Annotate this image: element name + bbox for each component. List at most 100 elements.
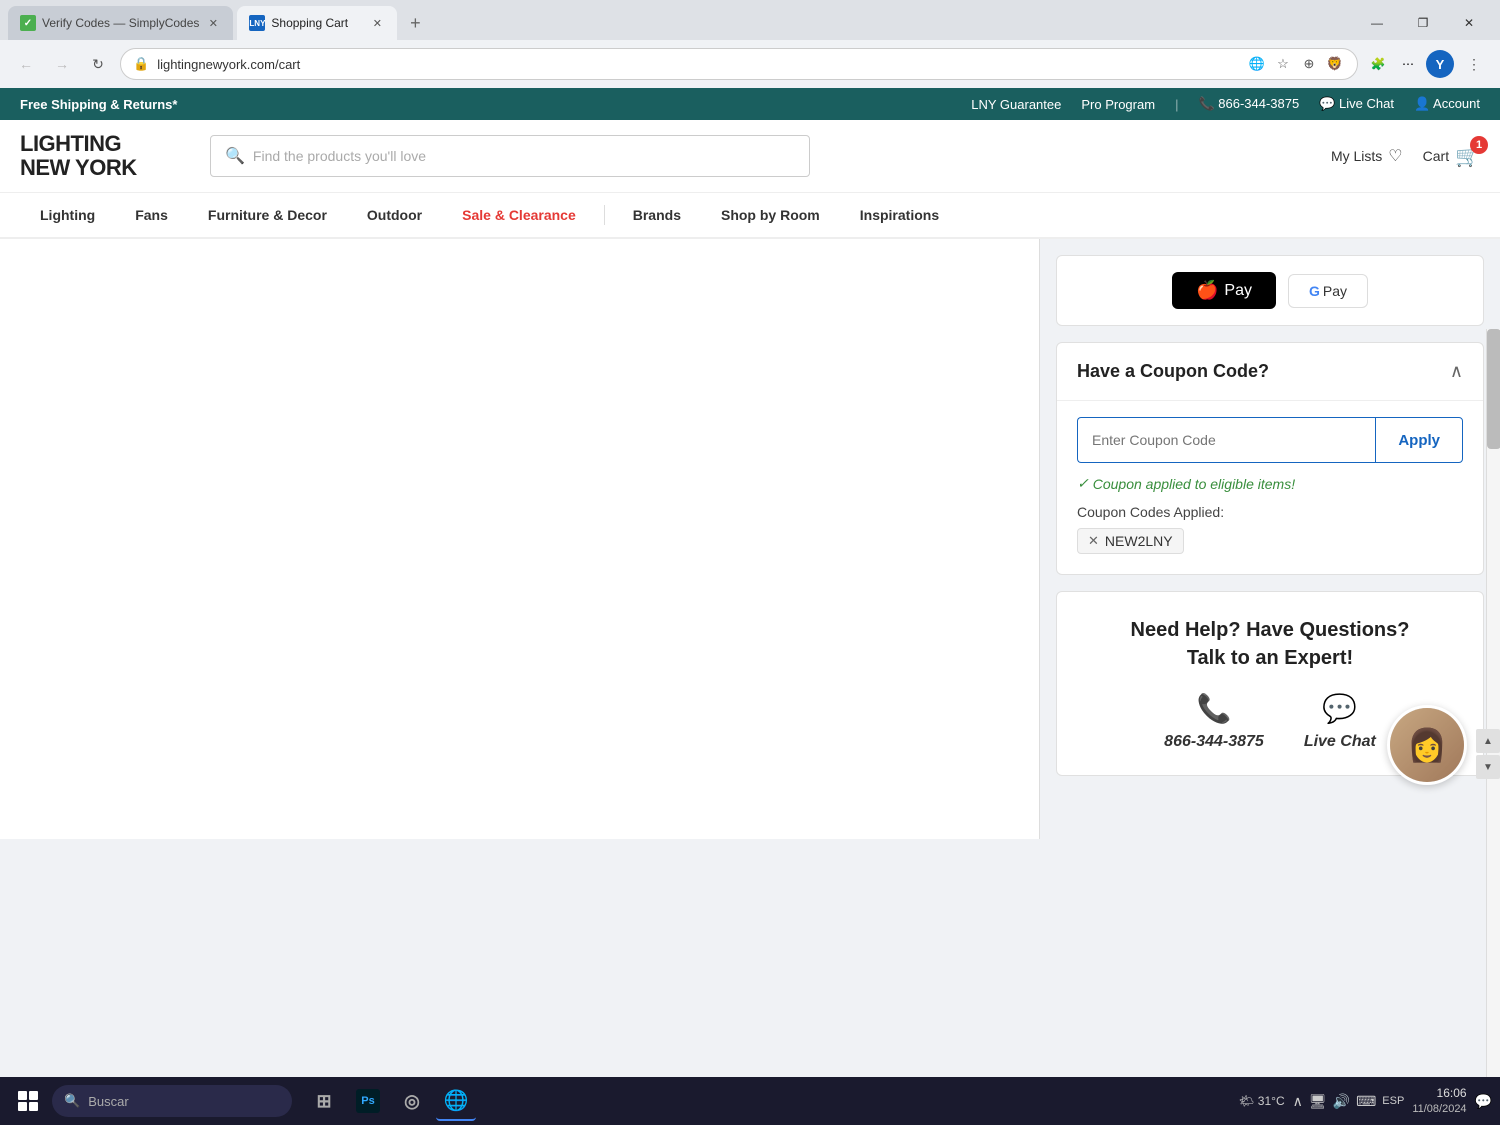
apply-button[interactable]: Apply — [1375, 417, 1463, 463]
security-icon: 🔒 — [133, 56, 149, 72]
scroll-up-arrow[interactable]: ▲ — [1476, 729, 1500, 753]
chat-agent-bubble[interactable]: 👩 — [1387, 705, 1467, 785]
nav-item-brands[interactable]: Brands — [613, 193, 701, 237]
nav-item-shop-by-room[interactable]: Shop by Room — [701, 193, 840, 237]
page-scrollbar[interactable] — [1486, 329, 1500, 1125]
timer-app[interactable]: ◎ — [392, 1081, 432, 1121]
nav-item-lighting[interactable]: Lighting — [20, 193, 115, 237]
search-icon: 🔍 — [225, 146, 245, 166]
coupon-card: Have a Coupon Code? ∧ Apply ✓ Coupon app… — [1056, 342, 1484, 575]
coupon-applied-label: Coupon Codes Applied: — [1077, 504, 1463, 520]
task-view-button[interactable]: ⊞ — [304, 1081, 344, 1121]
taskbar-apps: ⊞ Ps ◎ 🌐 — [304, 1081, 476, 1121]
maximize-button[interactable]: ❐ — [1400, 6, 1446, 40]
browser-nav-bar: ← → ↻ 🔒 lightingnewyork.com/cart 🌐 ☆ ⊕ 🦁… — [0, 40, 1500, 88]
success-checkmark: ✓ — [1077, 475, 1089, 492]
start-button[interactable] — [8, 1081, 48, 1121]
search-bar[interactable]: 🔍 Find the products you'll love — [210, 135, 810, 177]
network-icon[interactable]: 🖥 — [1309, 1093, 1327, 1110]
scroll-down-arrow[interactable]: ▼ — [1476, 755, 1500, 779]
url-text: lightingnewyork.com/cart — [157, 57, 1239, 72]
taskbar-right: 🌤 31°C ∧ 🖥 🔊 ⌨ ESP 16:06 11/08/2024 💬 — [1239, 1085, 1492, 1117]
apple-pay-label: Pay — [1224, 282, 1252, 300]
clock[interactable]: 16:06 11/08/2024 — [1412, 1085, 1466, 1117]
tab1-title: Verify Codes — SimplyCodes — [42, 16, 199, 30]
nav-item-inspirations[interactable]: Inspirations — [840, 193, 959, 237]
translate-icon[interactable]: 🌐 — [1247, 54, 1267, 74]
browser-window: ✓ Verify Codes — SimplyCodes ✕ LNY Shopp… — [0, 0, 1500, 1125]
my-lists-button[interactable]: My Lists ♡ — [1331, 146, 1403, 166]
time-display: 16:06 — [1412, 1085, 1466, 1102]
taskbar-search-text: Buscar — [88, 1094, 128, 1109]
reload-button[interactable]: ↻ — [84, 50, 112, 78]
extension-btn-1[interactable]: 🧩 — [1366, 52, 1390, 76]
close-button[interactable]: ✕ — [1446, 6, 1492, 40]
google-pay-button[interactable]: G Pay — [1288, 274, 1368, 308]
scrollbar-thumb[interactable] — [1487, 329, 1500, 449]
chrome-icon: 🌐 — [444, 1088, 468, 1112]
main-content: 🍎 Pay G Pay Have a Coupon Code? ∧ — [0, 239, 1500, 839]
taskbar-search-bar[interactable]: 🔍 Buscar — [52, 1085, 292, 1117]
phone-number[interactable]: 866-344-3875 — [1164, 733, 1264, 751]
browser-title-bar: ✓ Verify Codes — SimplyCodes ✕ LNY Shopp… — [0, 0, 1500, 40]
tab-2[interactable]: LNY Shopping Cart ✕ — [237, 6, 397, 40]
coupon-remove-x[interactable]: ✕ — [1088, 533, 1099, 549]
nav-item-furniture[interactable]: Furniture & Decor — [188, 193, 347, 237]
scroll-controls: ▲ ▼ — [1476, 729, 1500, 779]
coupon-title: Have a Coupon Code? — [1077, 361, 1269, 382]
minimize-button[interactable]: — — [1354, 6, 1400, 40]
site-logo[interactable]: LIGHTING NEW YORK — [20, 132, 190, 180]
success-text: Coupon applied to eligible items! — [1093, 476, 1295, 492]
live-chat-label[interactable]: Live Chat — [1304, 733, 1376, 751]
brave-icon[interactable]: 🦁 — [1325, 54, 1345, 74]
coupon-input-row: Apply — [1077, 417, 1463, 463]
top-bar: Free Shipping & Returns* LNY Guarantee P… — [0, 88, 1500, 120]
live-chat-link[interactable]: 💬 Live Chat — [1319, 96, 1394, 112]
account-link[interactable]: 👤 Account — [1414, 96, 1480, 112]
coupon-success-message: ✓ Coupon applied to eligible items! — [1077, 475, 1463, 492]
profile-button[interactable]: Y — [1426, 50, 1454, 78]
nav-item-sale[interactable]: Sale & Clearance — [442, 193, 596, 237]
extension-btn-2[interactable]: ⋯ — [1396, 52, 1420, 76]
forward-button[interactable]: → — [48, 50, 76, 78]
cart-badge: 1 — [1470, 136, 1488, 154]
keyboard-icon[interactable]: ⌨ — [1356, 1093, 1376, 1110]
back-button[interactable]: ← — [12, 50, 40, 78]
timer-icon: ◎ — [400, 1089, 424, 1113]
volume-icon[interactable]: 🔊 — [1333, 1093, 1350, 1110]
coupon-code-input[interactable] — [1077, 417, 1375, 463]
tab2-favicon: LNY — [249, 15, 265, 31]
cart-items-panel — [0, 239, 1040, 839]
lny-guarantee-link[interactable]: LNY Guarantee — [971, 97, 1061, 112]
cart-summary-panel: 🍎 Pay G Pay Have a Coupon Code? ∧ — [1040, 239, 1500, 839]
tab2-close[interactable]: ✕ — [369, 15, 385, 31]
help-card: Need Help? Have Questions?Talk to an Exp… — [1056, 591, 1484, 776]
new-tab-button[interactable]: + — [401, 9, 429, 37]
phone-icon: 📞 — [1197, 692, 1232, 725]
tab1-close[interactable]: ✕ — [205, 15, 221, 31]
coupon-toggle-icon[interactable]: ∧ — [1450, 361, 1463, 382]
tab-1[interactable]: ✓ Verify Codes — SimplyCodes ✕ — [8, 6, 233, 40]
lang-indicator[interactable]: ESP — [1382, 1095, 1404, 1107]
site-header: LIGHTING NEW YORK 🔍 Find the products yo… — [0, 120, 1500, 193]
pay-label: Pay — [1323, 283, 1347, 299]
bookmark-icon[interactable]: ☆ — [1273, 54, 1293, 74]
tab2-title: Shopping Cart — [271, 16, 363, 30]
address-bar[interactable]: 🔒 lightingnewyork.com/cart 🌐 ☆ ⊕ 🦁 — [120, 48, 1358, 80]
coupon-tag-new2lny: ✕ NEW2LNY — [1077, 528, 1184, 554]
cart-button[interactable]: Cart 🛒 1 — [1423, 144, 1480, 169]
photoshop-app[interactable]: Ps — [348, 1081, 388, 1121]
up-arrow-icon[interactable]: ∧ — [1293, 1093, 1303, 1110]
nav-item-fans[interactable]: Fans — [115, 193, 188, 237]
phone-link[interactable]: 📞 866-344-3875 — [1198, 96, 1299, 112]
coupon-body: Apply ✓ Coupon applied to eligible items… — [1057, 401, 1483, 574]
extension-icon[interactable]: ⊕ — [1299, 54, 1319, 74]
apple-pay-button[interactable]: 🍎 Pay — [1172, 272, 1276, 309]
notification-icon[interactable]: 💬 — [1475, 1093, 1492, 1110]
pro-program-link[interactable]: Pro Program — [1081, 97, 1155, 112]
divider-1: | — [1175, 97, 1178, 112]
photoshop-icon: Ps — [356, 1089, 380, 1113]
menu-button[interactable]: ⋮ — [1460, 50, 1488, 78]
chrome-app[interactable]: 🌐 — [436, 1081, 476, 1121]
nav-item-outdoor[interactable]: Outdoor — [347, 193, 442, 237]
